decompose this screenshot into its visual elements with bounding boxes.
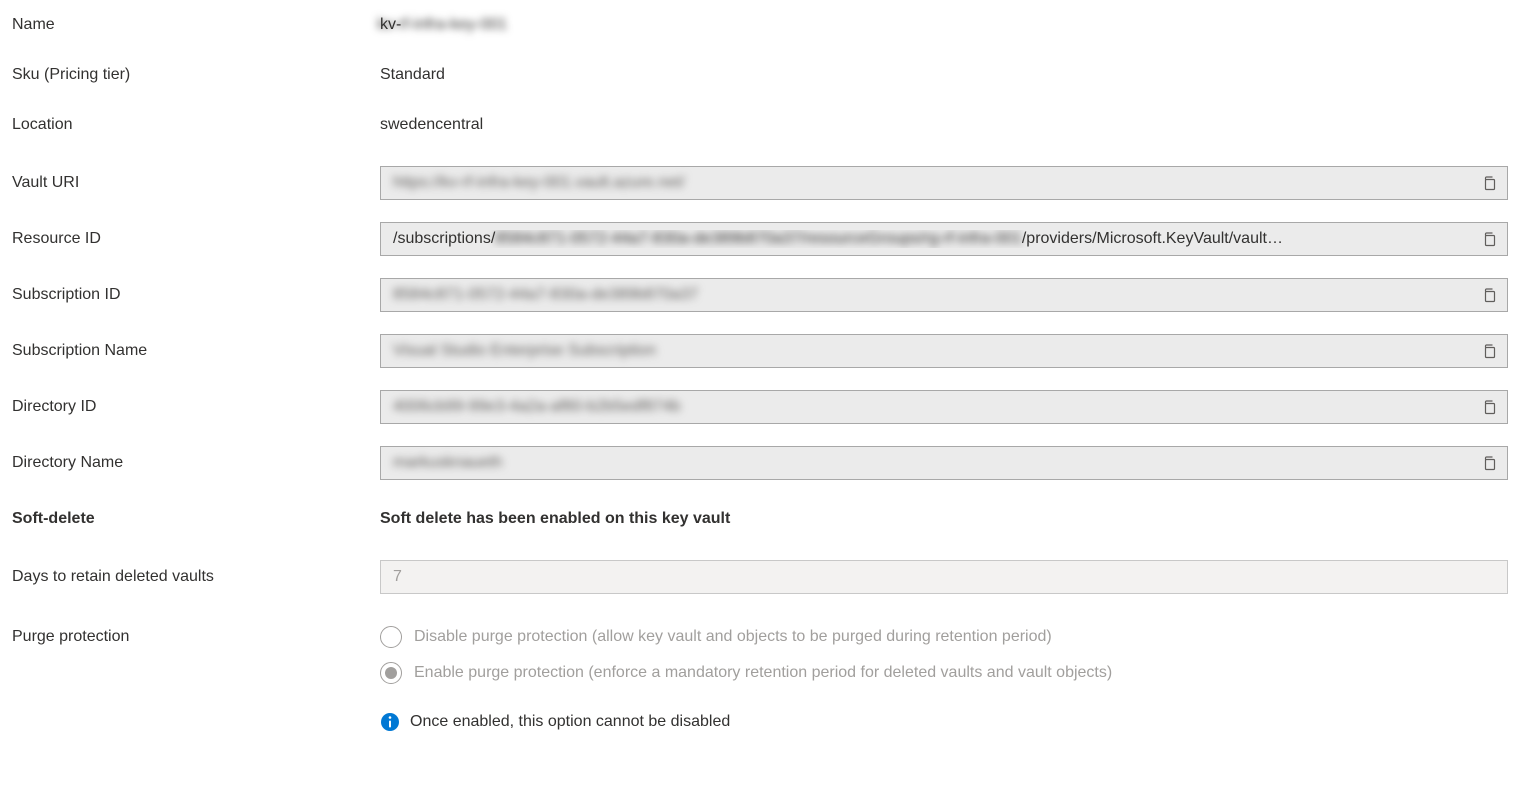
- purge-disable-option[interactable]: Disable purge protection (allow key vaul…: [380, 626, 1508, 648]
- resource-id-label: Resource ID: [12, 230, 380, 248]
- purge-disable-label: Disable purge protection (allow key vaul…: [414, 628, 1052, 646]
- copy-icon[interactable]: [1479, 173, 1499, 193]
- name-value: kv-kv-rf-infra-key-001: [380, 16, 1508, 34]
- name-label: Name: [12, 16, 380, 34]
- subscription-name-field: Visual Studio Enterprise Subscription: [380, 334, 1508, 368]
- radio-icon: [380, 626, 402, 648]
- directory-name-value: markusknaueth: [393, 454, 1471, 472]
- location-value: swedencentral: [380, 116, 1508, 134]
- info-icon: [380, 712, 400, 732]
- subscription-name-value: Visual Studio Enterprise Subscription: [393, 342, 1471, 360]
- purge-enable-label: Enable purge protection (enforce a manda…: [414, 664, 1112, 682]
- purge-enable-option[interactable]: Enable purge protection (enforce a manda…: [380, 662, 1508, 684]
- soft-delete-label: Soft-delete: [12, 510, 380, 528]
- copy-icon[interactable]: [1479, 285, 1499, 305]
- subscription-name-label: Subscription Name: [12, 342, 380, 360]
- subscription-id-label: Subscription ID: [12, 286, 380, 304]
- retention-label: Days to retain deleted vaults: [12, 568, 380, 586]
- vault-uri-label: Vault URI: [12, 174, 380, 192]
- subscription-id-field: 8584c871-0572-44a7-830a-de389b870a37: [380, 278, 1508, 312]
- resource-id-value: /subscriptions/8584c871-0572-44a7-830a-d…: [393, 230, 1471, 248]
- vault-uri-value: https://kv-rf-infra-key-001.vault.azure.…: [393, 174, 1471, 192]
- sku-value: Standard: [380, 66, 1508, 84]
- resource-id-field: /subscriptions/8584c871-0572-44a7-830a-d…: [380, 222, 1508, 256]
- purge-label: Purge protection: [12, 626, 380, 646]
- sku-label: Sku (Pricing tier): [12, 66, 380, 84]
- purge-radio-group: Disable purge protection (allow key vaul…: [380, 626, 1508, 684]
- retention-input[interactable]: 7: [380, 560, 1508, 594]
- copy-icon[interactable]: [1479, 229, 1499, 249]
- directory-name-field: markusknaueth: [380, 446, 1508, 480]
- directory-id-label: Directory ID: [12, 398, 380, 416]
- subscription-id-value: 8584c871-0572-44a7-830a-de389b870a37: [393, 286, 1471, 304]
- copy-icon[interactable]: [1479, 341, 1499, 361]
- location-label: Location: [12, 116, 380, 134]
- vault-uri-field: https://kv-rf-infra-key-001.vault.azure.…: [380, 166, 1508, 200]
- directory-id-field: 4006cb99-99e3-4a2a-af80-b2b5edf874b: [380, 390, 1508, 424]
- purge-info-text: Once enabled, this option cannot be disa…: [410, 713, 730, 731]
- radio-icon: [380, 662, 402, 684]
- directory-id-value: 4006cb99-99e3-4a2a-af80-b2b5edf874b: [393, 398, 1471, 416]
- copy-icon[interactable]: [1479, 397, 1499, 417]
- directory-name-label: Directory Name: [12, 454, 380, 472]
- copy-icon[interactable]: [1479, 453, 1499, 473]
- soft-delete-status: Soft delete has been enabled on this key…: [380, 510, 1508, 528]
